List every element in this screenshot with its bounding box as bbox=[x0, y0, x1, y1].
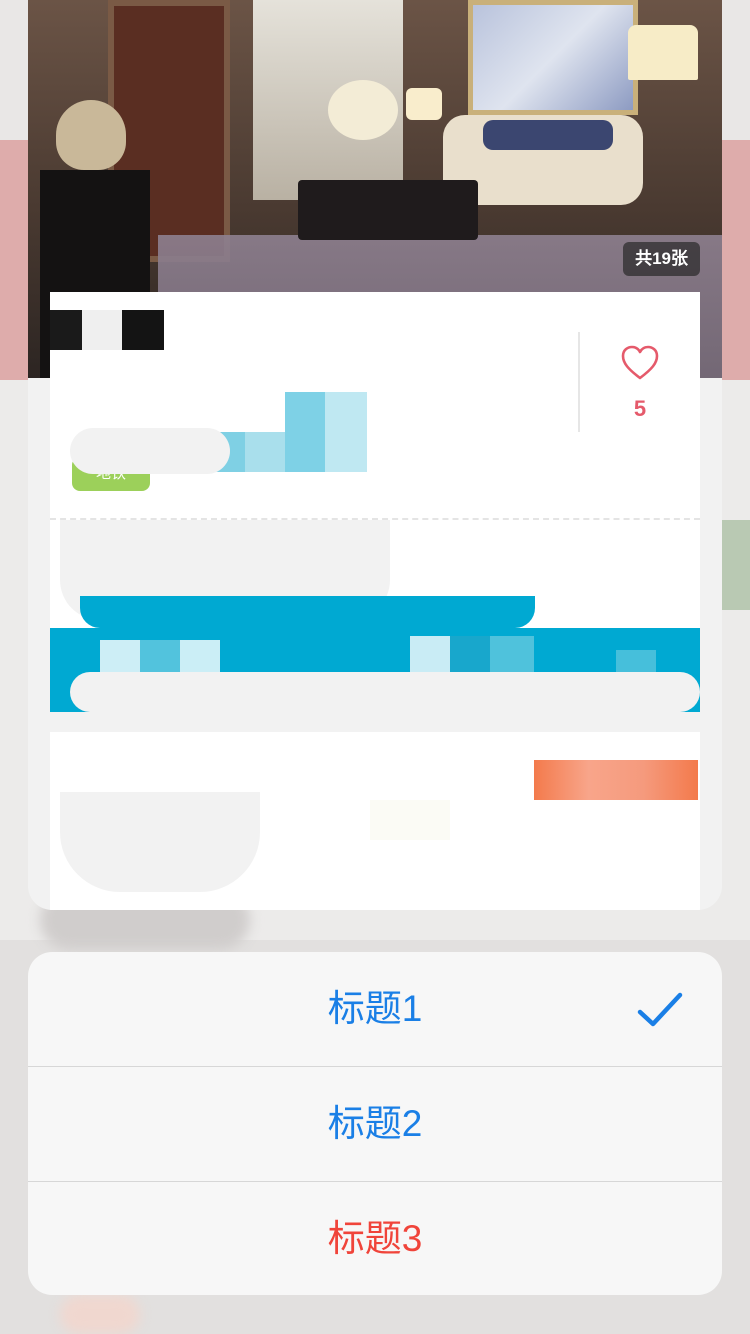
heart-icon bbox=[621, 345, 659, 380]
checkmark-icon bbox=[637, 992, 683, 1027]
action-sheet: 标题1 标题2 标题3 bbox=[28, 952, 722, 1295]
pixelated-tag bbox=[245, 432, 285, 472]
blue-banner-edge bbox=[80, 596, 535, 628]
photo-lamp bbox=[406, 88, 442, 120]
blurred-side-element bbox=[722, 520, 750, 610]
listing-details: 5 地铁 bbox=[40, 292, 700, 910]
pixelated-title bbox=[50, 310, 82, 350]
photo-pillows bbox=[483, 120, 613, 150]
photo-count-badge: 共19张 bbox=[623, 242, 700, 276]
favorite-button[interactable]: 5 bbox=[578, 332, 700, 432]
skeleton-block bbox=[60, 792, 260, 892]
pixelated-price bbox=[534, 760, 698, 800]
action-item-label: 标题2 bbox=[327, 1103, 423, 1144]
action-item-label-destructive: 标题3 bbox=[327, 1218, 423, 1259]
photo-flowers bbox=[328, 80, 398, 140]
pixelated-title bbox=[82, 310, 122, 350]
action-item-1[interactable]: 标题1 bbox=[28, 952, 722, 1067]
photo-painting bbox=[468, 0, 638, 115]
section-gap bbox=[40, 712, 700, 732]
photo-lamp bbox=[628, 25, 698, 80]
skeleton-block bbox=[70, 428, 230, 474]
skeleton-block bbox=[70, 672, 700, 712]
pixelated-text bbox=[370, 800, 450, 840]
action-item-3[interactable]: 标题3 bbox=[28, 1182, 722, 1295]
pixelated-tag bbox=[325, 392, 367, 472]
pixelated-title bbox=[122, 310, 164, 350]
favorite-count: 5 bbox=[633, 396, 647, 421]
blurred-blob bbox=[60, 1295, 140, 1334]
preview-card[interactable]: 共19张 5 地铁 bbox=[28, 0, 722, 910]
pixelated-tag bbox=[285, 392, 325, 472]
photo-table bbox=[298, 180, 478, 240]
action-item-label: 标题1 bbox=[327, 988, 423, 1029]
photo-vase bbox=[56, 100, 126, 170]
action-item-2[interactable]: 标题2 bbox=[28, 1067, 722, 1182]
